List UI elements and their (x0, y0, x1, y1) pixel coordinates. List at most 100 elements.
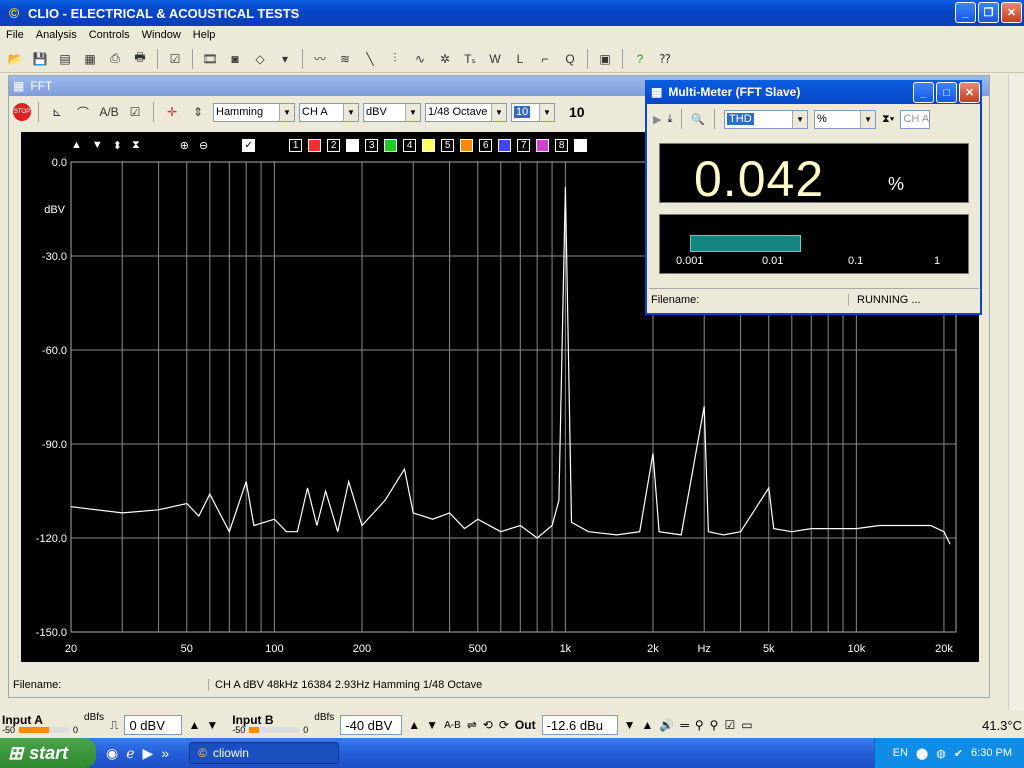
play-icon[interactable]: ▶ (653, 113, 661, 126)
windows-logo-icon: ⊞ (8, 742, 24, 763)
context-help-icon[interactable]: ⁇ (654, 48, 676, 70)
multimeter-channel-field[interactable]: CH A (900, 109, 931, 129)
waterfall-icon[interactable]: ⫶ (384, 48, 406, 70)
measure-select[interactable]: THD ▼ (724, 109, 809, 129)
multimeter-maximize-button[interactable]: □ (936, 82, 957, 103)
leq-icon[interactable]: L (509, 48, 531, 70)
dropdown-arrow-icon[interactable]: ▾ (274, 48, 296, 70)
checklist-icon[interactable]: ☑ (124, 101, 146, 123)
expand-icon[interactable]: ⧗▾ (882, 113, 894, 126)
security-icon[interactable]: ✔ (954, 747, 963, 760)
ts-parameters-icon[interactable]: Tₛ (459, 48, 481, 70)
multimeter-close-button[interactable]: ✕ (959, 82, 980, 103)
system-tray: EN ⬤ ◍ ✔ 6:30 PM (874, 738, 1024, 768)
level-up-icon[interactable]: ▲ (641, 718, 653, 732)
network-icon[interactable]: ◍ (936, 747, 946, 760)
start-button[interactable]: ⊞ start (0, 738, 96, 768)
axis-icon[interactable]: ⊾ (46, 101, 68, 123)
camera-icon[interactable]: ◙ (224, 48, 246, 70)
sine-wave-icon[interactable]: ∿ (409, 48, 431, 70)
channel-select[interactable]: CH A ▼ (299, 102, 359, 122)
hardware-icon[interactable]: ▭ (741, 718, 752, 732)
quick-launch-expand-icon[interactable]: » (161, 745, 169, 762)
range-down-icon[interactable]: ▼ (206, 718, 218, 732)
x-tick-label: 100 (265, 643, 283, 655)
save-icon[interactable]: 💾 (29, 48, 51, 70)
capture-icon[interactable]: ⤓ (667, 113, 672, 126)
zoom-icon[interactable]: 🔍 (691, 113, 705, 126)
generator-icon[interactable]: ⇌ (467, 718, 477, 732)
mls-analysis-icon[interactable]: ≋ (334, 48, 356, 70)
loop-icon[interactable]: ⟲ (483, 718, 493, 732)
averages-select[interactable]: 10 ▼ (511, 102, 555, 122)
wf-icon[interactable]: W (484, 48, 506, 70)
firefox-icon[interactable]: ◉ (106, 745, 118, 762)
window-function-select[interactable]: Hamming ▼ (213, 102, 295, 122)
eraser-icon[interactable]: ◇ (249, 48, 271, 70)
input-b-range[interactable]: -40 dBV (340, 715, 403, 735)
menu-analysis[interactable]: Analysis (30, 29, 83, 41)
cursor-icon[interactable]: ✛ (161, 101, 183, 123)
input-a-range[interactable]: 0 dBV (124, 715, 183, 735)
fft-window-icon: ▦ (13, 79, 25, 93)
level-down-icon[interactable]: ▼ (624, 718, 636, 732)
taskbar-item-cliowin[interactable]: © cliowin (189, 742, 340, 764)
loop-alt-icon[interactable]: ⟳ (499, 718, 509, 732)
range-up-icon[interactable]: ▲ (408, 718, 420, 732)
speaker-icon[interactable]: 🔊 (659, 718, 674, 732)
stop-button[interactable]: STOP (13, 103, 31, 121)
close-button[interactable]: ✕ (1001, 2, 1022, 23)
menu-window[interactable]: Window (136, 29, 187, 41)
minimize-button[interactable]: _ (955, 2, 976, 23)
x-tick-label: 200 (353, 643, 371, 655)
range-down-icon[interactable]: ▼ (426, 718, 438, 732)
output-level[interactable]: -12.6 dBu (541, 715, 618, 735)
print-preview-icon[interactable]: ⎙ (104, 48, 126, 70)
fft-analysis-icon[interactable]: 〰 (309, 48, 331, 70)
menu-help[interactable]: Help (187, 29, 222, 41)
checklist-icon[interactable]: ☑ (724, 718, 735, 732)
multimeter-bargraph: 0.001 0.01 0.1 1 (659, 214, 969, 274)
restore-button[interactable]: ❐ (978, 2, 999, 23)
y-tick-label: -150.0 (36, 627, 67, 639)
waveform-icon[interactable]: ⎍ (110, 718, 118, 733)
checklist-icon[interactable]: ☑ (164, 48, 186, 70)
phantom-alt-icon[interactable]: ⚲ (710, 718, 719, 732)
export-icon[interactable]: ▦ (79, 48, 101, 70)
step-icon[interactable]: ⌐ (534, 48, 556, 70)
units-select[interactable]: dBV ▼ (363, 102, 421, 122)
menu-file[interactable]: File (0, 29, 30, 41)
measured-value: 0.042 (694, 151, 825, 207)
print-icon[interactable]: 🖶 (129, 48, 151, 70)
vertical-scrollbar[interactable] (1008, 75, 1024, 710)
multimeter-minimize-button[interactable]: _ (913, 82, 934, 103)
menu-controls[interactable]: Controls (83, 29, 136, 41)
y-tick-label: -90.0 (42, 439, 67, 451)
polar-icon[interactable]: ✲ (434, 48, 456, 70)
sinusoidal-icon[interactable]: ╲ (359, 48, 381, 70)
smoothing-select[interactable]: 1/48 Octave ▼ (425, 102, 507, 122)
phantom-icon[interactable]: ⚲ (695, 718, 704, 732)
split-icon[interactable]: ⇕ (187, 101, 209, 123)
unit-select[interactable]: % ▼ (814, 109, 877, 129)
open-folder-icon[interactable]: 📂 (4, 48, 26, 70)
toolbar-separator (153, 102, 154, 122)
range-up-icon[interactable]: ▲ (188, 718, 200, 732)
media-player-icon[interactable]: ▶ (143, 745, 154, 762)
y-tick-label: 0.0 (52, 157, 67, 169)
bar-tick-label: 0.01 (762, 255, 784, 267)
multimeter-readout: 0.042 % (659, 143, 969, 207)
mute-icon[interactable]: ═ (680, 718, 689, 732)
internet-explorer-icon[interactable]: ℯ (126, 745, 134, 762)
smooth-curve-icon[interactable]: ⌒ (72, 101, 94, 123)
monitor-icon[interactable]: ▣ (594, 48, 616, 70)
save-all-icon[interactable]: ▤ (54, 48, 76, 70)
help-icon[interactable]: ? (629, 48, 651, 70)
ab-toggle[interactable]: A-B (444, 720, 461, 731)
bluetooth-icon[interactable]: ⬤ (916, 747, 928, 760)
ab-compare-icon[interactable]: A/B (98, 101, 120, 123)
temperature-readout: 41.3°C (982, 717, 1022, 733)
qc-icon[interactable]: Q (559, 48, 581, 70)
film-icon[interactable]: 🎞 (199, 48, 221, 70)
language-indicator[interactable]: EN (893, 747, 908, 759)
